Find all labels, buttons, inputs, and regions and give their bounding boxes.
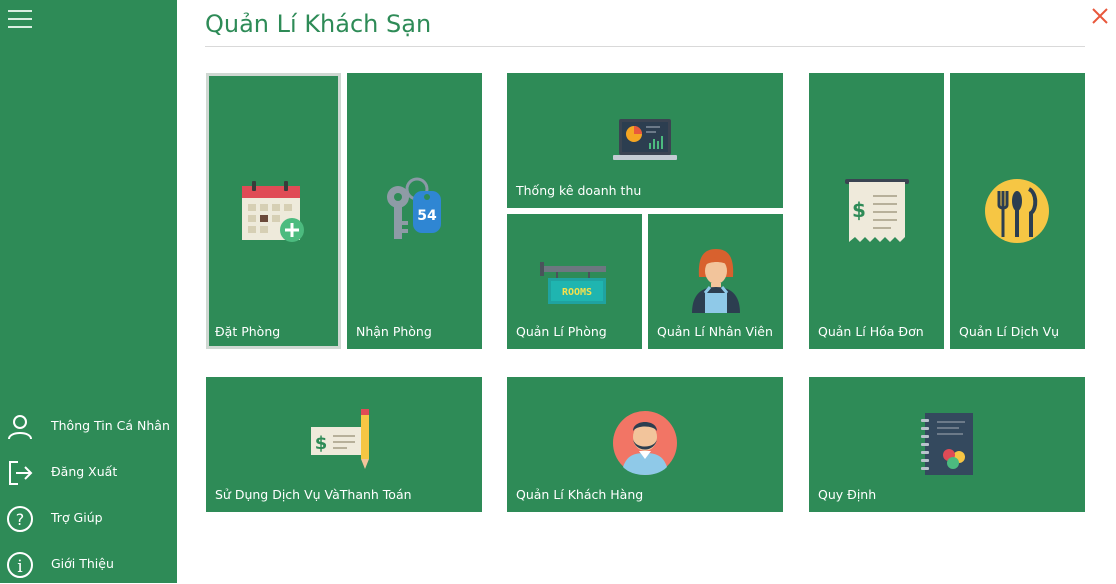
close-icon[interactable] [1089, 5, 1111, 27]
user-icon [8, 415, 32, 440]
sidebar-item-label: Thông Tin Cá Nhân [51, 418, 170, 433]
tile-label: Quy Định [818, 487, 877, 502]
tile-quan-li-nhan-vien[interactable]: Quản Lí Nhân Viên [648, 214, 783, 349]
tile-label: Nhận Phòng [356, 324, 432, 339]
tile-label: Thống kê doanh thu [516, 183, 642, 198]
dining-icon [985, 179, 1049, 243]
page-title: Quản Lí Khách Sạn [205, 10, 432, 38]
tile-thong-ke-doanh-thu[interactable]: Thống kê doanh thu [507, 73, 783, 208]
sidebar-item-about[interactable]: i Giới Thiệu [0, 544, 177, 584]
svg-text:$: $ [852, 198, 866, 222]
sidebar: Thông Tin Cá Nhân Đăng Xuất ? Trợ Giúp i… [0, 0, 177, 583]
logout-icon [9, 461, 33, 485]
tile-nhan-phong[interactable]: 54 Nhận Phòng [347, 73, 482, 349]
svg-text:54: 54 [417, 208, 437, 224]
tile-label: Đặt Phòng [215, 324, 281, 339]
svg-text:ROOMS: ROOMS [562, 287, 592, 298]
cheque-pencil-icon: $ [311, 409, 369, 469]
tile-quan-li-khach-hang[interactable]: Quản Lí Khách Hàng [507, 377, 783, 512]
sidebar-item-label: Đăng Xuất [51, 464, 118, 479]
tile-label: Quản Lí Dịch Vụ [959, 324, 1060, 339]
rulebook-icon [921, 413, 973, 475]
tile-su-dung-dich-vu[interactable]: $ Sử Dụng Dịch Vụ VàThanh Toán [206, 377, 482, 512]
tile-dat-phong[interactable]: Đặt Phòng [206, 73, 341, 349]
calendar-add-icon [242, 181, 304, 242]
tile-quan-li-hoa-don[interactable]: $ Quản Lí Hóa Đơn [809, 73, 944, 349]
tile-quan-li-dich-vu[interactable]: Quản Lí Dịch Vụ [950, 73, 1085, 349]
tile-label: Quản Lí Hóa Đơn [818, 324, 924, 339]
rooms-sign-icon: ROOMS [540, 262, 606, 304]
sidebar-item-label: Giới Thiệu [51, 556, 114, 571]
info-icon: i [7, 552, 33, 578]
sidebar-item-profile[interactable]: Thông Tin Cá Nhân [0, 406, 177, 446]
sidebar-item-label: Trợ Giúp [51, 510, 103, 525]
tile-quan-li-phong[interactable]: ROOMS Quản Lí Phòng [507, 214, 642, 349]
title-divider [205, 46, 1085, 47]
tile-label: Quản Lí Phòng [516, 324, 607, 339]
receipt-icon: $ [845, 179, 909, 242]
hamburger-menu-icon[interactable] [8, 10, 32, 30]
tile-label: Quản Lí Khách Hàng [516, 487, 644, 502]
sidebar-item-help[interactable]: ? Trợ Giúp [0, 498, 177, 538]
tile-label: Sử Dụng Dịch Vụ VàThanh Toán [215, 487, 412, 502]
customer-icon [613, 411, 677, 475]
employee-icon [692, 249, 740, 313]
tile-quy-dinh[interactable]: Quy Định [809, 377, 1085, 512]
room-key-icon: 54 [387, 177, 441, 239]
laptop-chart-icon [613, 119, 677, 160]
svg-text:$: $ [315, 433, 328, 454]
tile-label: Quản Lí Nhân Viên [657, 324, 773, 339]
help-icon: ? [7, 506, 33, 532]
sidebar-item-logout[interactable]: Đăng Xuất [0, 452, 177, 492]
svg-text:?: ? [16, 510, 25, 529]
svg-text:i: i [17, 557, 23, 577]
